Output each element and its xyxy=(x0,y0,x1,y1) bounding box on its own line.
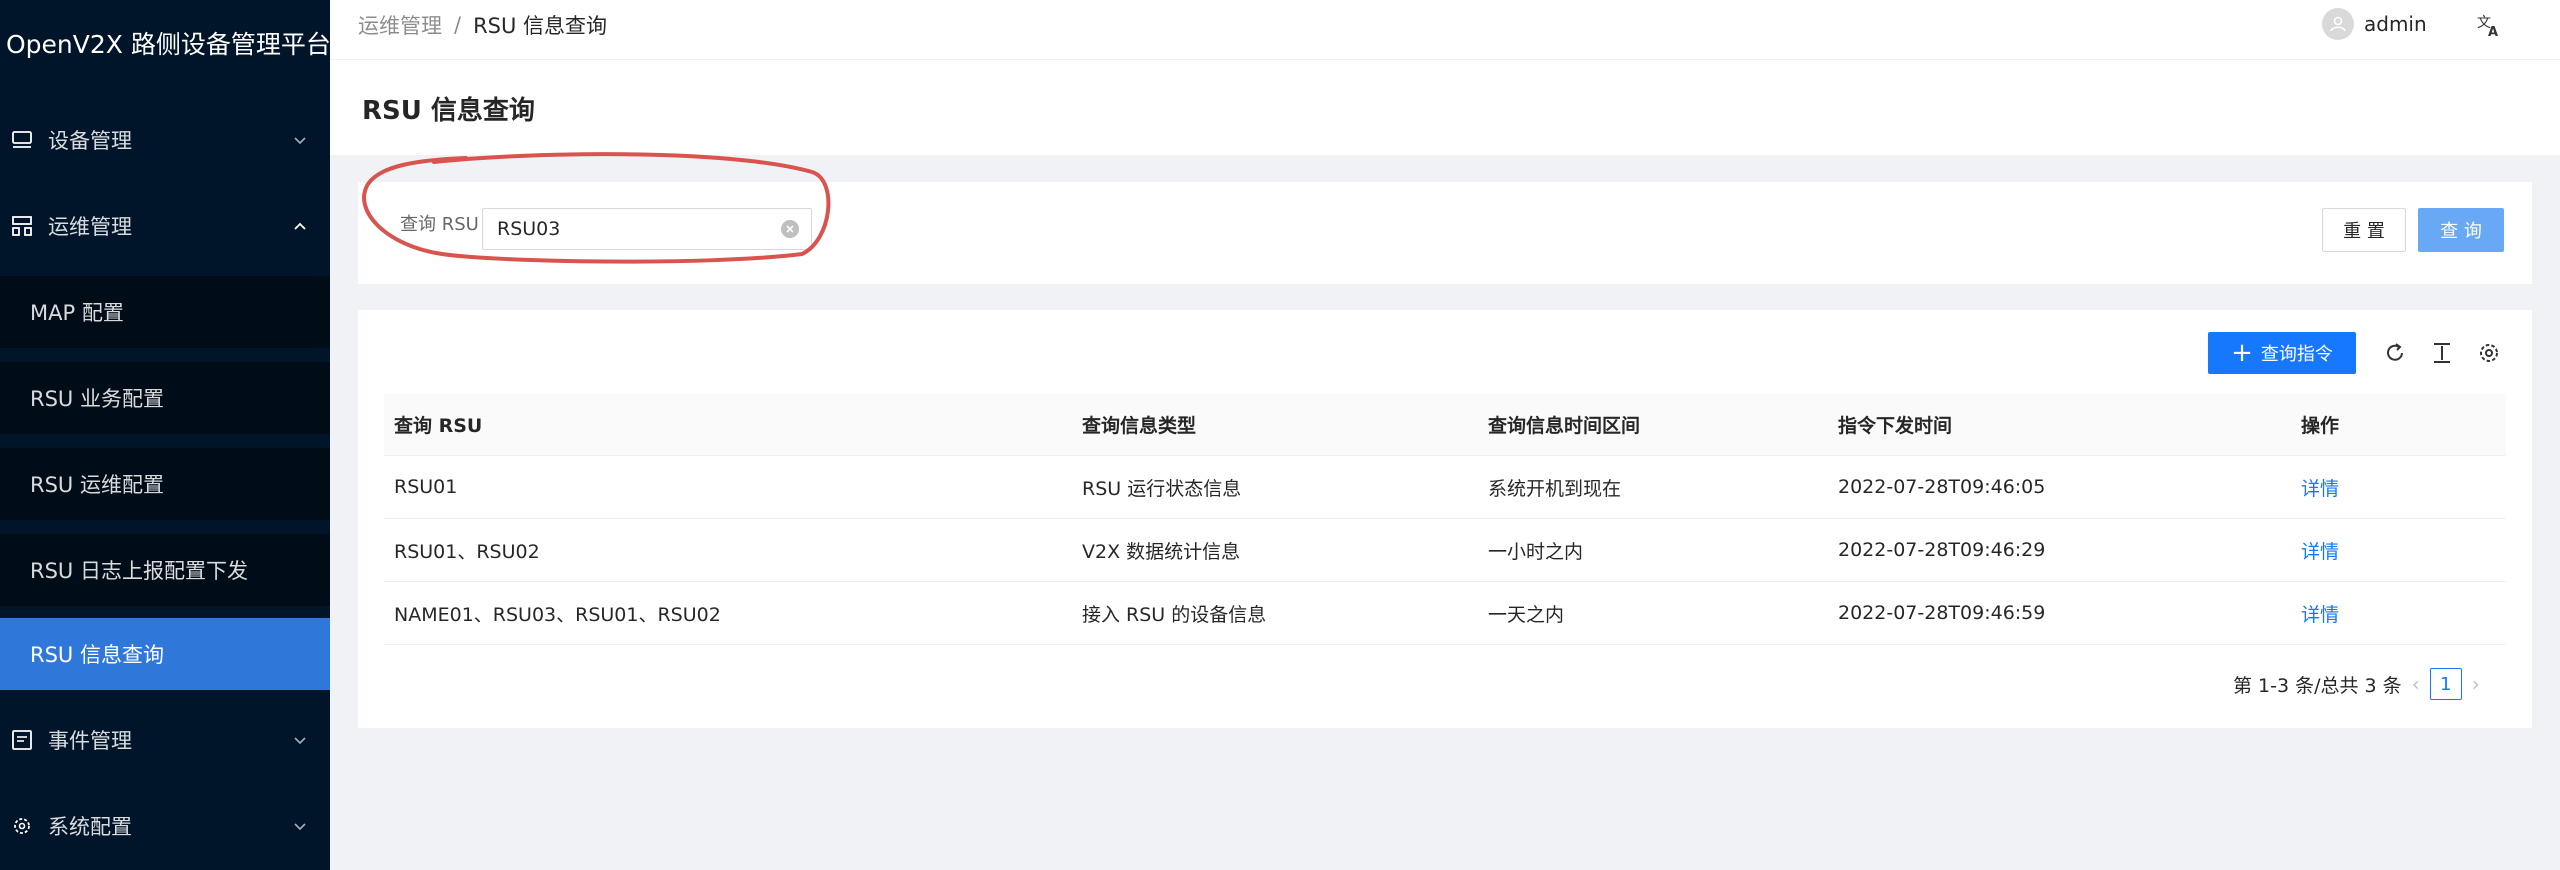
ops-icon xyxy=(8,212,36,240)
user-menu[interactable]: admin xyxy=(2322,6,2427,42)
submenu-map-config[interactable]: MAP 配置 xyxy=(0,276,330,348)
gear-icon[interactable] xyxy=(2476,340,2502,366)
breadcrumb-ops[interactable]: 运维管理 xyxy=(358,10,442,40)
clear-icon[interactable] xyxy=(781,220,799,238)
column-header: 操作 xyxy=(2301,415,2340,437)
cell-issued-time: 2022-07-28T09:46:05 xyxy=(1838,476,2046,498)
breadcrumb-separator: / xyxy=(454,13,462,37)
username: admin xyxy=(2364,12,2427,36)
menu-label: 事件管理 xyxy=(48,729,132,753)
submenu-rsu-log-config[interactable]: RSU 日志上报配置下发 xyxy=(0,534,330,606)
page-header: RSU 信息查询 xyxy=(330,60,2560,155)
cell-info-type: RSU 运行状态信息 xyxy=(1082,477,1242,500)
table-row: RSU01、RSU02 V2X 数据统计信息 一小时之内 2022-07-28T… xyxy=(384,519,2506,582)
column-header: 查询信息类型 xyxy=(1082,415,1197,437)
column-height-icon[interactable] xyxy=(2429,340,2455,366)
pagination: 第 1-3 条/总共 3 条 ‹ 1 › xyxy=(2233,668,2490,700)
search-input-value: RSU03 xyxy=(497,218,561,240)
cell-info-type: V2X 数据统计信息 xyxy=(1082,540,1241,563)
table-header: 查询 RSU 查询信息类型 查询信息时间区间 指令下发时间 操作 xyxy=(384,394,2506,456)
chevron-down-icon xyxy=(294,823,306,831)
details-link[interactable]: 详情 xyxy=(2291,600,2506,627)
app-title: OpenV2X 路侧设备管理平台 xyxy=(6,30,331,59)
next-page-button[interactable]: › xyxy=(2472,672,2480,696)
menu-label: 设备管理 xyxy=(48,129,132,153)
page-1-button[interactable]: 1 xyxy=(2429,668,2462,700)
search-input[interactable]: RSU03 xyxy=(482,208,812,250)
table-row: RSU01 RSU 运行状态信息 系统开机到现在 2022-07-28T09:4… xyxy=(384,456,2506,519)
menu-label: 系统配置 xyxy=(48,815,132,839)
breadcrumb: 运维管理 / RSU 信息查询 xyxy=(358,0,607,50)
svg-text:A: A xyxy=(2488,25,2498,40)
page-title: RSU 信息查询 xyxy=(362,96,535,126)
prev-page-button[interactable]: ‹ xyxy=(2412,672,2420,696)
cell-rsu: RSU01、RSU02 xyxy=(394,540,540,563)
menu-system-config[interactable]: 系统配置 xyxy=(0,790,330,862)
search-form: 查询 RSU RSU03 重 置 查 询 xyxy=(358,182,2532,284)
details-link[interactable]: 详情 xyxy=(2291,537,2506,564)
cell-time-range: 一小时之内 xyxy=(1488,540,1584,563)
settings-icon xyxy=(8,812,36,840)
column-header: 查询 RSU xyxy=(394,415,483,437)
cell-time-range: 系统开机到现在 xyxy=(1488,477,1622,500)
event-icon xyxy=(8,726,36,754)
breadcrumb-current: RSU 信息查询 xyxy=(473,14,608,38)
column-header: 查询信息时间区间 xyxy=(1488,415,1641,437)
cell-issued-time: 2022-07-28T09:46:59 xyxy=(1838,602,2046,624)
rsu-query-table: 查询 RSU 查询信息类型 查询信息时间区间 指令下发时间 操作 RSU01 R… xyxy=(384,394,2506,645)
plus-icon: + xyxy=(2231,338,2253,368)
table-row: NAME01、RSU03、RSU01、RSU02 接入 RSU 的设备信息 一天… xyxy=(384,582,2506,645)
reload-icon[interactable] xyxy=(2382,340,2408,366)
menu-label: 运维管理 xyxy=(48,215,132,239)
submenu-rsu-ops-config[interactable]: RSU 运维配置 xyxy=(0,448,330,520)
cell-rsu: RSU01 xyxy=(394,476,458,498)
translate-icon[interactable]: 文 A xyxy=(2474,10,2504,40)
cell-rsu: NAME01、RSU03、RSU01、RSU02 xyxy=(394,603,721,626)
submenu-rsu-business-config[interactable]: RSU 业务配置 xyxy=(0,362,330,434)
search-label: 查询 RSU xyxy=(400,214,479,235)
reset-button[interactable]: 重 置 xyxy=(2322,208,2406,252)
details-link[interactable]: 详情 xyxy=(2291,474,2506,501)
cell-issued-time: 2022-07-28T09:46:29 xyxy=(1838,539,2046,561)
menu-event-management[interactable]: 事件管理 xyxy=(0,704,330,776)
column-header: 指令下发时间 xyxy=(1838,415,1953,437)
sidebar: OpenV2X 路侧设备管理平台 设备管理 运维管理 MAP 配置 RSU 业务… xyxy=(0,0,331,870)
add-query-command-label: 查询指令 xyxy=(2260,344,2333,365)
query-button[interactable]: 查 询 xyxy=(2418,208,2504,252)
device-icon xyxy=(8,126,36,154)
chevron-down-icon xyxy=(294,737,306,745)
chevron-up-icon xyxy=(294,222,306,230)
top-header: 运维管理 / RSU 信息查询 admin 文 A xyxy=(330,0,2560,60)
pagination-summary: 第 1-3 条/总共 3 条 xyxy=(2233,674,2402,697)
cell-time-range: 一天之内 xyxy=(1488,603,1565,626)
submenu-rsu-info-query[interactable]: RSU 信息查询 xyxy=(0,618,330,690)
chevron-down-icon xyxy=(294,137,306,145)
cell-info-type: 接入 RSU 的设备信息 xyxy=(1082,603,1267,626)
avatar xyxy=(2322,8,2354,40)
add-query-command-button[interactable]: + 查询指令 xyxy=(2208,332,2356,374)
menu-device-management[interactable]: 设备管理 xyxy=(0,104,330,176)
menu-ops-management[interactable]: 运维管理 xyxy=(0,190,330,262)
table-card: + 查询指令 查询 RSU 查询信息类型 查询信息时间区间 指令下发时间 操作 … xyxy=(358,310,2532,728)
